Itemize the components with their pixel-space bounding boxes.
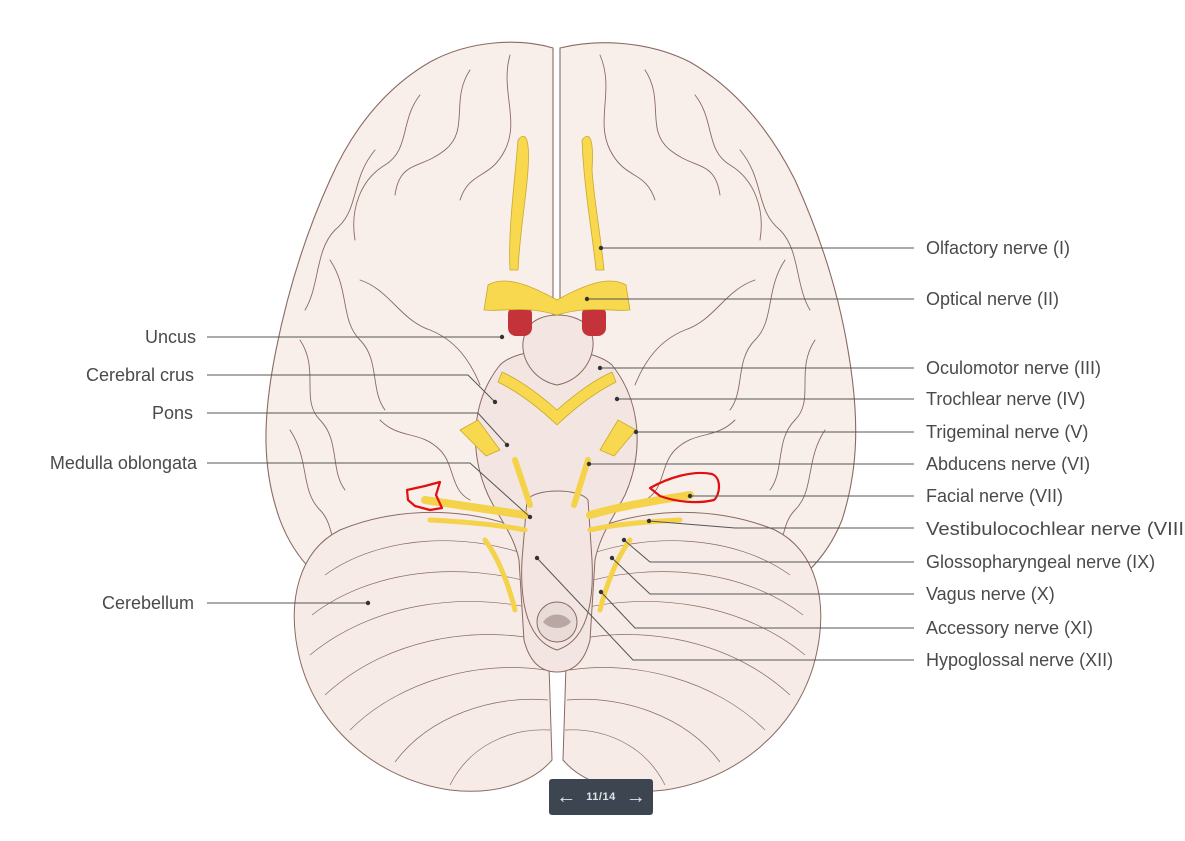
label-cerebral-crus: Cerebral crus bbox=[86, 365, 194, 385]
label-olfactory-nerve: Olfactory nerve (I) bbox=[926, 238, 1070, 258]
label-medulla-oblongata: Medulla oblongata bbox=[50, 453, 198, 473]
brain-base-diagram: Uncus Cerebral crus Pons Medulla oblonga… bbox=[50, 41, 1184, 792]
label-vestibulocochlear-nerve: Vestibulocochlear nerve (VIII bbox=[926, 519, 1184, 539]
slide-pager: ← 11/14 → bbox=[549, 779, 653, 815]
label-abducens-nerve: Abducens nerve (VI) bbox=[926, 454, 1090, 474]
label-accessory-nerve: Accessory nerve (XI) bbox=[926, 618, 1093, 638]
right-labels: Olfactory nerve (I) Optical nerve (II) O… bbox=[926, 238, 1184, 670]
label-hypoglossal-nerve: Hypoglossal nerve (XII) bbox=[926, 650, 1113, 670]
label-vagus-nerve: Vagus nerve (X) bbox=[926, 584, 1055, 604]
slide-counter: 11/14 bbox=[586, 791, 616, 803]
label-oculomotor-nerve: Oculomotor nerve (III) bbox=[926, 358, 1101, 378]
label-trochlear-nerve: Trochlear nerve (IV) bbox=[926, 389, 1085, 409]
left-labels: Uncus Cerebral crus Pons Medulla oblonga… bbox=[50, 327, 198, 613]
arrow-right-icon[interactable]: → bbox=[626, 787, 646, 807]
label-facial-nerve: Facial nerve (VII) bbox=[926, 486, 1063, 506]
left-cerebellar-hemisphere bbox=[293, 511, 553, 792]
label-trigeminal-nerve: Trigeminal nerve (V) bbox=[926, 422, 1088, 442]
label-uncus: Uncus bbox=[145, 327, 196, 347]
label-glossopharyngeal-nerve: Glossopharyngeal nerve (IX) bbox=[926, 552, 1155, 572]
right-optic-tract-cut bbox=[582, 306, 606, 336]
label-cerebellum: Cerebellum bbox=[102, 593, 194, 613]
right-cerebellar-hemisphere bbox=[562, 511, 822, 792]
left-optic-tract-cut bbox=[508, 306, 532, 336]
label-optical-nerve: Optical nerve (II) bbox=[926, 289, 1059, 309]
label-pons: Pons bbox=[152, 403, 193, 423]
arrow-left-icon[interactable]: ← bbox=[556, 787, 576, 807]
